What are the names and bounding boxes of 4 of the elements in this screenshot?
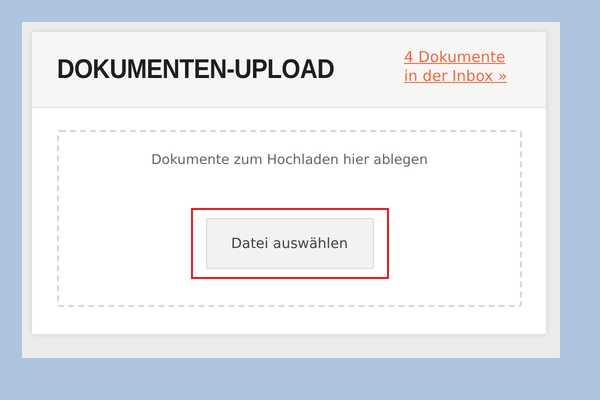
card-title: DOKUMENTEN-UPLOAD (57, 54, 334, 85)
choose-file-button[interactable]: Datei auswählen (206, 218, 374, 269)
drop-hint: Dokumente zum Hochladen hier ablegen (151, 152, 428, 168)
drop-zone[interactable]: Dokumente zum Hochladen hier ablegen Datei auswählen (57, 130, 522, 307)
